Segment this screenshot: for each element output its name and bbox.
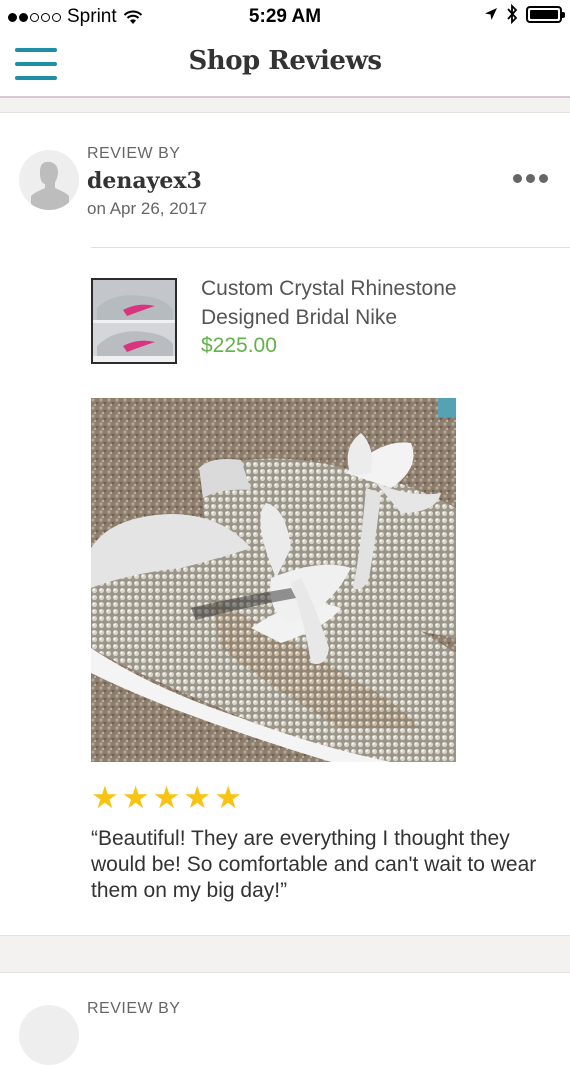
divider	[91, 247, 570, 248]
bluetooth-icon	[507, 4, 518, 24]
product-thumbnail[interactable]	[91, 278, 177, 364]
review-text: “Beautiful! They are everything I though…	[91, 827, 537, 902]
star-icon: ★	[152, 780, 181, 815]
default-avatar-icon	[31, 161, 69, 210]
product-name-link[interactable]: Custom Crystal Rhinestone Designed Brida…	[201, 274, 521, 332]
page-title: Shop Reviews	[188, 46, 382, 76]
product-thumbnail-image	[93, 280, 175, 362]
review-date: on Apr 26, 2017	[87, 199, 208, 218]
battery-icon	[526, 5, 565, 23]
review-photo-image	[91, 398, 456, 762]
section-gap	[0, 98, 570, 113]
star-rating: ★ ★ ★ ★ ★	[91, 782, 242, 813]
product-price: $225.00	[201, 334, 277, 357]
star-icon: ★	[183, 780, 212, 815]
avatar[interactable]	[19, 1005, 79, 1065]
photo-corner-accent	[438, 398, 456, 417]
status-bar: Sprint 5:29 AM	[0, 0, 570, 34]
location-arrow-icon	[485, 8, 497, 20]
star-icon: ★	[121, 780, 150, 815]
star-icon: ★	[214, 780, 242, 815]
review-photo[interactable]	[91, 398, 456, 762]
review-by-label: REVIEW BY	[87, 1000, 181, 1017]
avatar[interactable]	[19, 150, 79, 210]
reviewer-username[interactable]: denayex3	[87, 168, 202, 194]
review-by-label: REVIEW BY	[87, 145, 181, 162]
status-right	[484, 4, 565, 24]
more-options-icon[interactable]	[513, 170, 548, 187]
section-gap	[0, 935, 570, 973]
top-nav: Shop Reviews	[0, 34, 570, 96]
star-icon: ★	[91, 780, 119, 815]
